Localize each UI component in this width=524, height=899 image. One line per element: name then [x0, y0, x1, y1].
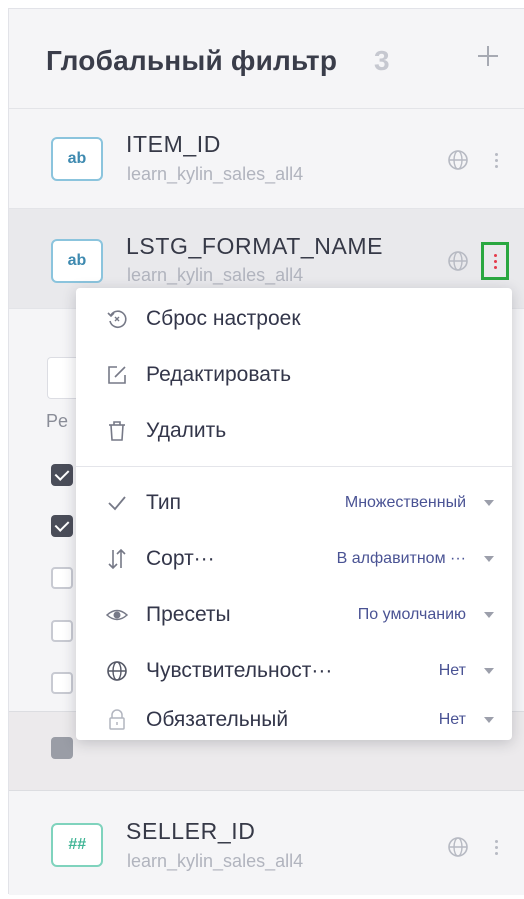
- globe-icon[interactable]: [446, 249, 470, 273]
- menu-item-reset[interactable]: Сброс настроек: [76, 294, 512, 344]
- reset-icon: [107, 310, 127, 328]
- eye-icon: [106, 609, 128, 621]
- value-checkbox[interactable]: [51, 672, 73, 694]
- kebab-icon[interactable]: [485, 831, 507, 863]
- filter-field-source: learn_kylin_sales_all4: [127, 164, 304, 184]
- string-type-badge: ab: [51, 137, 103, 181]
- filter-count: 3: [374, 45, 390, 76]
- menu-item-label: Удалить: [146, 419, 227, 442]
- menu-setting-label: Обязательный: [146, 708, 289, 731]
- value-checkbox[interactable]: [51, 620, 73, 642]
- chevron-down-icon[interactable]: [484, 500, 494, 506]
- menu-setting-label: Сорт···: [146, 547, 215, 570]
- menu-setting-value[interactable]: Нет: [439, 662, 466, 680]
- check-icon: [108, 496, 126, 511]
- panel-header: Глобальный фильтр 3: [9, 9, 524, 109]
- menu-setting-type[interactable]: Тип Множественный: [76, 478, 512, 528]
- filter-item-seller-id[interactable]: ## SELLER_ID learn_kylin_sales_all4: [9, 791, 524, 895]
- lock-icon: [109, 709, 125, 730]
- menu-divider: [76, 466, 512, 467]
- filter-item-item-id[interactable]: ab ITEM_ID learn_kylin_sales_all4: [9, 109, 524, 209]
- string-type-badge: ab: [51, 239, 103, 283]
- trash-icon: [109, 421, 125, 441]
- filter-field-source: learn_kylin_sales_all4: [127, 265, 304, 285]
- values-section-label: Pe: [46, 411, 69, 431]
- menu-setting-value[interactable]: Множественный: [345, 494, 466, 512]
- menu-setting-sort[interactable]: Сорт··· В алфавитном ···: [76, 534, 512, 584]
- plus-icon[interactable]: [471, 39, 505, 73]
- chevron-down-icon[interactable]: [484, 556, 494, 562]
- kebab-icon[interactable]: [481, 242, 509, 280]
- panel-title: Глобальный фильтр: [46, 45, 338, 76]
- globe-icon[interactable]: [446, 148, 470, 172]
- edit-icon: [108, 366, 126, 384]
- filter-context-menu: Сброс настроек Редактировать Удалить Тип…: [76, 288, 512, 740]
- menu-item-label: Сброс настроек: [146, 307, 301, 330]
- globe-icon: [107, 661, 127, 681]
- filter-field-name: SELLER_ID: [126, 818, 256, 844]
- menu-item-delete[interactable]: Удалить: [76, 406, 512, 456]
- globe-icon[interactable]: [446, 835, 470, 859]
- number-type-badge: ##: [51, 823, 103, 867]
- menu-setting-label: Тип: [146, 491, 182, 514]
- menu-setting-sensitivity[interactable]: Чувствительност··· Нет: [76, 646, 512, 696]
- menu-setting-value[interactable]: В алфавитном ···: [337, 550, 466, 568]
- filter-field-source: learn_kylin_sales_all4: [127, 851, 304, 871]
- chevron-down-icon[interactable]: [484, 717, 494, 723]
- select-all-checkbox[interactable]: [51, 737, 73, 759]
- value-checkbox[interactable]: [51, 464, 73, 486]
- filter-field-name: ITEM_ID: [126, 131, 221, 157]
- menu-item-label: Редактировать: [146, 363, 292, 386]
- kebab-icon[interactable]: [485, 144, 507, 176]
- menu-setting-value[interactable]: Нет: [439, 711, 466, 729]
- chevron-down-icon[interactable]: [484, 668, 494, 674]
- filter-field-name: LSTG_FORMAT_NAME: [126, 233, 384, 259]
- menu-setting-presets[interactable]: Пресеты По умолчанию: [76, 590, 512, 640]
- menu-setting-label: Чувствительност···: [146, 659, 333, 682]
- menu-item-edit[interactable]: Редактировать: [76, 350, 512, 400]
- value-checkbox[interactable]: [51, 567, 73, 589]
- menu-setting-value[interactable]: По умолчанию: [358, 606, 466, 624]
- menu-setting-required[interactable]: Обязательный Нет: [76, 702, 512, 738]
- chevron-down-icon[interactable]: [484, 612, 494, 618]
- menu-setting-label: Пресеты: [146, 603, 231, 626]
- value-checkbox[interactable]: [51, 515, 73, 537]
- sort-icon: [108, 548, 126, 570]
